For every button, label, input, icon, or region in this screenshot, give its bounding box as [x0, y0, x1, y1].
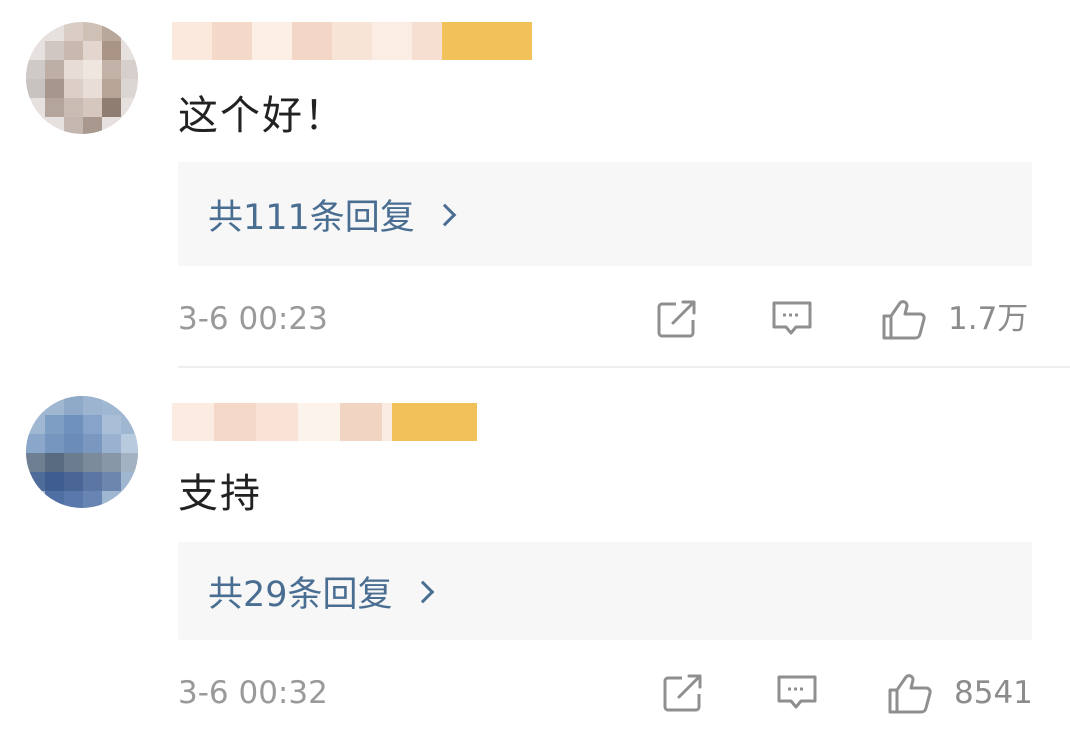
avatar[interactable]	[26, 22, 138, 134]
thumbs-up-icon	[888, 674, 932, 714]
comment-button[interactable]	[775, 673, 819, 713]
like-count: 1.7万	[948, 301, 1029, 337]
comment-icon	[777, 675, 817, 709]
share-button[interactable]	[656, 299, 700, 339]
view-replies-link[interactable]: 共111条回复	[208, 162, 457, 266]
replies-count-label: 共111条回复	[208, 197, 415, 238]
share-icon	[663, 674, 702, 712]
comment-text: 支持	[178, 471, 262, 517]
timestamp: 3-6 00:32	[178, 675, 328, 711]
user-badge	[392, 403, 477, 441]
thumbs-up-icon	[882, 300, 926, 340]
divider	[178, 366, 1070, 368]
like-button[interactable]	[880, 299, 926, 340]
avatar[interactable]	[26, 396, 138, 508]
chevron-right-icon	[433, 203, 457, 227]
share-button[interactable]	[662, 673, 706, 713]
replies-panel[interactable]: 共29条回复	[178, 542, 1032, 640]
replies-count-label: 共29条回复	[208, 574, 393, 615]
like-count: 8541	[954, 675, 1033, 711]
replies-panel[interactable]: 共111条回复	[178, 162, 1032, 266]
timestamp: 3-6 00:23	[178, 301, 328, 337]
username-redacted[interactable]	[172, 403, 477, 441]
comment-item: 这个好！ 共111条回复 3-6 00:23 1.7万	[0, 0, 1070, 368]
username-redacted[interactable]	[172, 22, 532, 60]
comment-list: 这个好！ 共111条回复 3-6 00:23 1.7万 支持 共29条回复 3-…	[0, 0, 1070, 747]
comment-meta: 3-6 00:23 1.7万	[0, 294, 1070, 344]
chevron-right-icon	[411, 580, 434, 604]
comment-icon	[772, 301, 812, 335]
share-icon	[657, 300, 696, 338]
like-button[interactable]	[886, 673, 932, 714]
view-replies-link[interactable]: 共29条回复	[208, 542, 434, 640]
comment-meta: 3-6 00:32 8541	[0, 668, 1070, 718]
user-badge	[442, 22, 532, 60]
comment-button[interactable]	[770, 299, 814, 339]
comment-text: 这个好！	[178, 93, 346, 139]
comment-item: 支持 共29条回复 3-6 00:32 8541	[0, 370, 1070, 747]
